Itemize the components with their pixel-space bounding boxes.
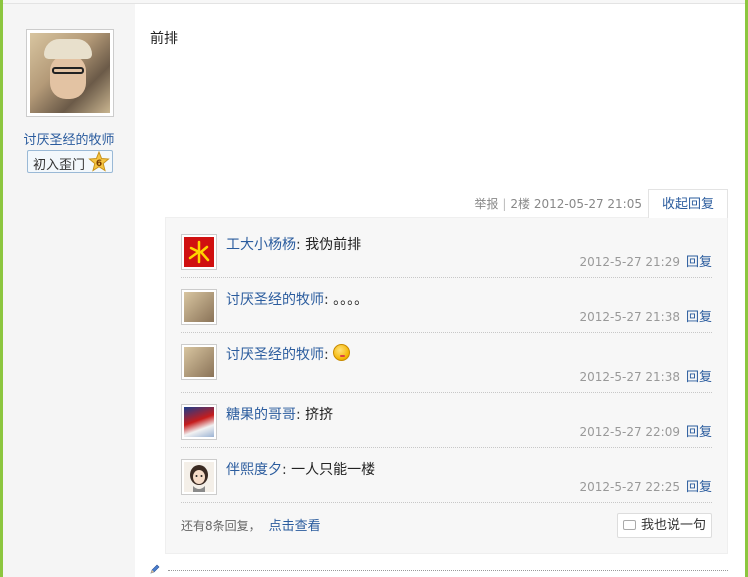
reply-time: 2012-5-27 22:25 [579, 480, 680, 494]
more-replies-row: 还有8条回复， 点击查看 [181, 515, 321, 534]
reply-avatar[interactable] [181, 289, 217, 325]
reply-footer: 2012-5-27 22:25 回复 [579, 476, 712, 495]
anime-girl-avatar-icon [184, 462, 214, 492]
more-replies-link[interactable]: 点击查看 [269, 519, 321, 534]
reply-footer: 2012-5-27 21:29 回复 [579, 251, 712, 270]
reply-item: 讨厌圣经的牧师: 。。。。 2012-5-27 21:38 回复 [181, 289, 712, 333]
reply-body: 讨厌圣经的牧师: 。。。。 [226, 289, 368, 309]
level-star-icon: 6 [88, 151, 110, 172]
author-name[interactable]: 讨厌圣经的牧师 [3, 129, 135, 148]
report-link[interactable]: 举报 [474, 197, 498, 211]
reply-author[interactable]: 工大小杨杨 [226, 237, 296, 253]
author-avatar-image [30, 33, 110, 113]
reply-body: 糖果的哥哥: 挤挤 [226, 404, 333, 424]
reply-author[interactable]: 糖果的哥哥 [226, 407, 296, 423]
reply-colon: : [324, 347, 329, 363]
reply-avatar[interactable] [181, 344, 217, 380]
reply-item: 伴熙度夕: 一人只能一楼 2012-5-27 22:25 回复 [181, 459, 712, 503]
meta-separator: | [502, 197, 507, 211]
post-datetime: 2012-05-27 21:05 [533, 197, 642, 211]
collapse-replies-button[interactable]: 收起回复 [648, 189, 728, 218]
reply-time: 2012-5-27 21:38 [579, 310, 680, 324]
reply-footer: 2012-5-27 21:38 回复 [579, 366, 712, 385]
reply-button[interactable]: 回复 [686, 425, 712, 440]
reply-time: 2012-5-27 22:09 [579, 425, 680, 439]
post-meta-row: 举报 | 2楼 2012-05-27 21:05 收起回复 [165, 189, 728, 218]
say-something-label: 我也说一句 [640, 518, 706, 533]
level-number: 6 [96, 159, 102, 169]
rank-badge[interactable]: 初入歪门 6 [27, 150, 113, 173]
reply-author[interactable]: 伴熙度夕 [226, 462, 282, 478]
reply-button[interactable]: 回复 [686, 310, 712, 325]
post-content: 前排 [150, 31, 178, 47]
reply-content: 挤挤 [305, 407, 334, 423]
reply-colon: : [324, 292, 329, 308]
reply-colon: : [296, 407, 301, 423]
smiley-face-icon [333, 344, 351, 361]
speech-bubble-icon [622, 520, 636, 530]
reply-colon: : [282, 462, 287, 478]
reply-item: 讨厌圣经的牧师: 2012-5-27 21:38 回复 [181, 344, 712, 393]
reply-avatar[interactable] [181, 404, 217, 440]
reply-avatar[interactable] [181, 459, 217, 495]
reply-item: 工大小杨杨: 我伪前排 2012-5-27 21:29 回复 [181, 234, 712, 278]
post-meta: 举报 | 2楼 2012-05-27 21:05 [474, 195, 642, 212]
author-sidebar: 讨厌圣经的牧师 初入歪门 6 [3, 4, 135, 577]
rank-label: 初入歪门 [33, 158, 86, 173]
reply-time: 2012-5-27 21:29 [579, 255, 680, 269]
reply-content: 我伪前排 [305, 237, 362, 253]
pencil-icon [150, 564, 160, 574]
reply-colon: : [296, 237, 301, 253]
reply-footer: 2012-5-27 21:38 回复 [579, 306, 712, 325]
reply-author[interactable]: 讨厌圣经的牧师 [226, 292, 324, 308]
reply-content: 。。。。 [333, 292, 369, 308]
reply-footer: 2012-5-27 22:09 回复 [579, 421, 712, 440]
author-avatar[interactable] [26, 29, 114, 117]
reply-body: 工大小杨杨: 我伪前排 [226, 234, 361, 254]
more-replies-text: 还有8条回复， [181, 519, 261, 533]
reply-avatar[interactable] [181, 234, 217, 270]
reply-button[interactable]: 回复 [686, 480, 712, 495]
reply-button[interactable]: 回复 [686, 255, 712, 270]
reply-time: 2012-5-27 21:38 [579, 370, 680, 384]
reply-content: 一人只能一楼 [291, 462, 376, 478]
reply-item: 糖果的哥哥: 挤挤 2012-5-27 22:09 回复 [181, 404, 712, 448]
say-something-button[interactable]: 我也说一句 [617, 513, 712, 538]
reply-button[interactable]: 回复 [686, 370, 712, 385]
water-avatar-icon [184, 237, 214, 267]
bottom-divider [168, 570, 728, 571]
reply-panel: 工大小杨杨: 我伪前排 2012-5-27 21:29 回复 讨厌圣经的牧师: 。… [165, 217, 728, 554]
reply-body: 讨厌圣经的牧师: [226, 344, 351, 364]
floor-number: 2楼 [510, 197, 531, 211]
reply-body: 伴熙度夕: 一人只能一楼 [226, 459, 375, 479]
reply-author[interactable]: 讨厌圣经的牧师 [226, 347, 324, 363]
